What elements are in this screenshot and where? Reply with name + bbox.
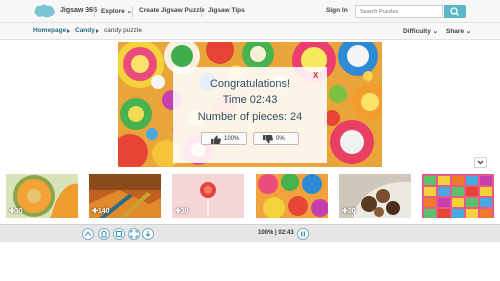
background-button[interactable] xyxy=(113,228,125,240)
pieces-text: Number of pieces: 24 xyxy=(197,111,303,123)
create-puzzle-link[interactable]: Create Jigsaw Puzzle xyxy=(139,7,205,14)
thumbs-up-icon xyxy=(211,135,221,144)
breadcrumb-candy[interactable]: Candy xyxy=(75,27,95,34)
sign-in-link[interactable]: Sign In xyxy=(326,7,348,14)
fullscreen-icon xyxy=(130,230,138,238)
puzzle-stage: X Congratulations! Time 02:43 Number of … xyxy=(0,40,500,169)
explore-menu[interactable]: Explore ⌄ xyxy=(101,7,132,15)
progress-time-status: 100% | 02:43 xyxy=(258,230,294,236)
jigsaw-logo-icon[interactable] xyxy=(33,4,56,18)
divider xyxy=(201,6,202,17)
breadcrumb-separator-icon xyxy=(96,29,99,33)
like-percent: 100% xyxy=(224,136,240,142)
jigsaw-tips-link[interactable]: Jigsaw Tips xyxy=(208,7,245,14)
ghost-button[interactable] xyxy=(98,228,110,240)
collapse-button[interactable] xyxy=(474,157,487,168)
breadcrumb-separator-icon xyxy=(67,29,70,33)
download-icon xyxy=(145,231,151,237)
background-icon xyxy=(116,231,122,237)
thumbs-down-icon xyxy=(263,135,273,144)
thumbnail-orange-leaves[interactable]: ✚140 xyxy=(89,174,161,218)
piece-count-value: 30 xyxy=(14,208,23,215)
pause-icon xyxy=(301,231,305,237)
thumbnail-chocolate[interactable]: ✚30 xyxy=(339,174,411,218)
chevron-down-icon: ⌄ xyxy=(432,28,439,35)
piece-count: ✚30 xyxy=(9,207,23,215)
dislike-button[interactable]: 0% xyxy=(253,132,299,145)
breadcrumb-homepage[interactable]: Homepage xyxy=(33,27,66,34)
like-button[interactable]: 100% xyxy=(201,132,247,145)
piece-count-value: 140 xyxy=(97,208,110,215)
brand-name[interactable]: Jigsaw 365 xyxy=(60,7,97,14)
piece-count-value: 30 xyxy=(347,208,356,215)
pause-button[interactable] xyxy=(297,228,309,240)
shuffle-icon xyxy=(84,231,92,237)
share-label: Share xyxy=(446,28,465,35)
difficulty-label: Difficulty xyxy=(403,28,431,35)
breadcrumb: Homepage Candy candy puzzle Difficulty ⌄… xyxy=(0,23,500,40)
piece-count: ✚140 xyxy=(92,207,110,215)
related-puzzles: ✚30 ✚140 ✚30 ✚30 xyxy=(0,170,500,222)
explore-label: Explore xyxy=(101,8,125,15)
breadcrumb-current: candy puzzle xyxy=(104,27,142,34)
divider xyxy=(132,6,133,17)
gummy-image xyxy=(422,174,494,218)
shuffle-button[interactable] xyxy=(82,228,94,240)
difficulty-dropdown[interactable]: Difficulty ⌄ xyxy=(403,27,438,35)
candy-thumbnail-image xyxy=(256,174,328,218)
thumbnail-candy[interactable] xyxy=(256,174,328,218)
search-input[interactable] xyxy=(355,5,443,18)
piece-count: ✚30 xyxy=(342,207,356,215)
download-button[interactable] xyxy=(142,228,154,240)
chevron-down-icon xyxy=(477,160,484,165)
share-dropdown[interactable]: Share ⌄ xyxy=(446,27,471,35)
thumbnail-melon[interactable]: ✚30 xyxy=(6,174,78,218)
thumbnail-gummy[interactable] xyxy=(422,174,494,218)
search-button[interactable] xyxy=(444,5,466,18)
congrats-title: Congratulations! xyxy=(209,78,291,90)
chevron-down-icon: ⌄ xyxy=(465,28,472,35)
top-navbar: Jigsaw 365 Explore ⌄ Create Jigsaw Puzzl… xyxy=(0,0,500,23)
thumbnail-lollipop[interactable]: ✚30 xyxy=(172,174,244,218)
piece-count: ✚30 xyxy=(175,207,189,215)
divider xyxy=(94,6,95,17)
puzzle-toolbar: 100% | 02:43 xyxy=(0,224,500,242)
ghost-icon xyxy=(101,231,107,238)
fullscreen-button[interactable] xyxy=(128,228,140,240)
piece-count-value: 30 xyxy=(180,208,189,215)
dislike-percent: 0% xyxy=(276,136,285,142)
time-text: Time 02:43 xyxy=(222,94,278,106)
search-icon xyxy=(450,7,459,16)
